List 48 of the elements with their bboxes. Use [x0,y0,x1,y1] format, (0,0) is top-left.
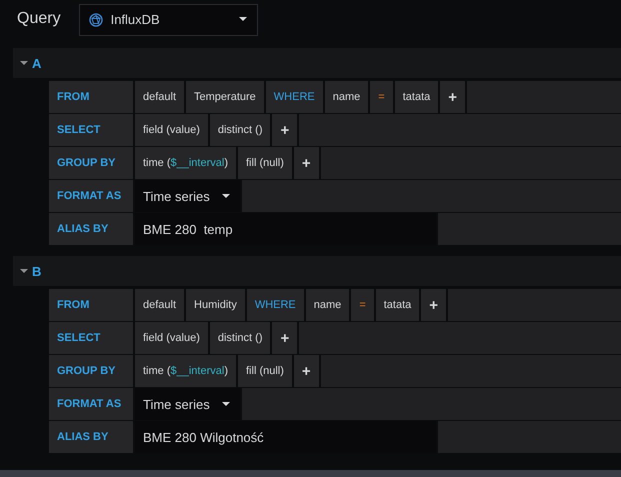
query-segment[interactable]: name [306,289,350,321]
row-label: GROUP BY [49,355,133,387]
add-button[interactable]: + [421,289,446,321]
row-label: FORMAT AS [49,388,133,420]
query-letter: A [32,56,42,70]
query-segment[interactable]: Humidity [186,289,245,321]
function-segment[interactable]: time ($__interval) [135,147,236,179]
query-segment[interactable]: fill (null) [238,147,292,179]
row-label: GROUP BY [49,147,133,179]
query-header[interactable]: A [13,48,621,78]
caret-icon [222,194,230,198]
operator-segment[interactable]: = [351,289,374,321]
row-label: FORMAT AS [49,180,133,212]
query-header[interactable]: B [13,256,621,286]
function-segment[interactable]: time ($__interval) [135,355,236,387]
query-segment[interactable]: tatata [376,289,420,321]
add-button[interactable]: + [272,322,298,354]
row-label: SELECT [49,322,133,354]
add-button[interactable]: + [294,355,319,387]
add-button[interactable]: + [272,114,298,146]
query-letter: B [32,264,42,278]
row-label: FROM [49,81,133,113]
query-segment[interactable]: default [135,81,184,113]
query-segment[interactable]: distinct () [210,322,270,354]
caret-icon [222,402,230,406]
query-segment[interactable]: field (value) [135,322,208,354]
query-segment[interactable]: name [324,81,368,113]
query-segment[interactable]: tatata [394,81,438,113]
row-label: ALIAS BY [49,421,133,453]
row-label: FROM [49,289,133,321]
add-button[interactable]: + [294,147,319,179]
query-segment[interactable]: Temperature [186,81,264,113]
caret-icon [20,60,28,66]
query-segment[interactable]: default [135,289,184,321]
query-segment[interactable]: distinct () [210,114,270,146]
operator-segment[interactable]: = [370,81,393,113]
query-segment[interactable]: field (value) [135,114,208,146]
caret-icon [238,17,247,22]
query-title: Query [17,10,61,28]
row-label: SELECT [49,114,133,146]
datasource-picker[interactable]: InfluxDB [78,4,258,36]
query-segment[interactable]: fill (null) [238,355,292,387]
keyword-segment[interactable]: WHERE [266,81,323,113]
add-button[interactable]: + [440,81,466,113]
caret-icon [20,268,28,274]
keyword-segment[interactable]: WHERE [246,289,304,321]
datasource-icon [88,12,103,26]
row-label: ALIAS BY [49,213,133,245]
